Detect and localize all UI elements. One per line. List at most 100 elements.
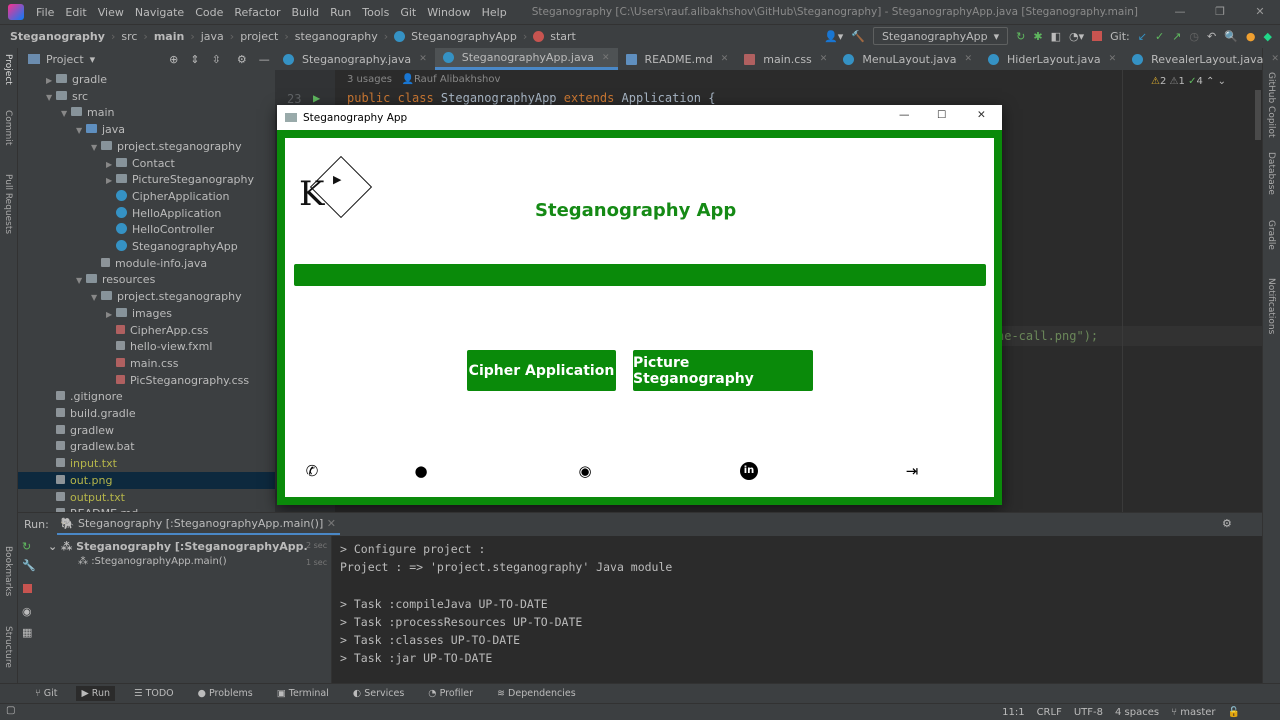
- app-minimize-icon[interactable]: —: [899, 109, 910, 121]
- breadcrumb-item[interactable]: Steganography: [10, 30, 105, 43]
- stop-icon[interactable]: [23, 584, 32, 593]
- tree-item[interactable]: ▶ Contact: [18, 155, 275, 172]
- user-icon[interactable]: 👤▾: [824, 30, 843, 43]
- picture-steganography-button[interactable]: Picture Steganography: [633, 350, 813, 391]
- profile-icon[interactable]: ◔▾: [1069, 30, 1084, 43]
- bookmarks-tool-button[interactable]: Bookmarks: [3, 546, 13, 596]
- tool-tab-profiler[interactable]: ◔ Profiler: [423, 686, 478, 701]
- eye-icon[interactable]: ◉: [22, 605, 34, 618]
- commit-tool-button[interactable]: Commit: [3, 110, 13, 145]
- close-tab-icon[interactable]: ✕: [1271, 54, 1279, 64]
- chevron-right-icon[interactable]: ▶: [106, 306, 116, 323]
- breadcrumb-item[interactable]: SteganographyApp: [411, 30, 517, 43]
- coverage-icon[interactable]: ◧: [1051, 30, 1061, 43]
- chevron-right-icon[interactable]: ▶: [46, 72, 56, 89]
- tree-item[interactable]: build.gradle: [18, 405, 275, 422]
- chevron-down-icon[interactable]: ▼: [76, 122, 86, 139]
- tree-item[interactable]: main.css: [18, 355, 275, 372]
- breadcrumb-item[interactable]: java: [201, 30, 224, 43]
- breadcrumb-item[interactable]: steganography: [295, 30, 378, 43]
- tool-tab-terminal[interactable]: ▣ Terminal: [272, 686, 334, 701]
- tab-hiderlayout-java[interactable]: HiderLayout.java ✕: [980, 48, 1124, 70]
- menu-git[interactable]: Git: [400, 6, 416, 19]
- structure-tool-button[interactable]: Structure: [3, 626, 13, 668]
- tree-item[interactable]: ▼ project.steganography: [18, 288, 275, 305]
- close-tab-icon[interactable]: ✕: [1109, 54, 1117, 64]
- tool-tab-todo[interactable]: ☰ TODO: [129, 686, 179, 701]
- menu-run[interactable]: Run: [330, 6, 351, 19]
- gradle-tool-button[interactable]: Gradle: [1266, 220, 1276, 250]
- run-console[interactable]: > Configure project : Project : => 'proje…: [332, 536, 1262, 683]
- tree-item[interactable]: gradlew.bat: [18, 438, 275, 455]
- tree-item[interactable]: ▶ gradle: [18, 71, 275, 88]
- tree-item[interactable]: README.md: [18, 505, 275, 512]
- breadcrumb-item[interactable]: start: [550, 30, 576, 43]
- tab-menulayout-java[interactable]: MenuLayout.java ✕: [835, 48, 980, 70]
- tree-item[interactable]: hello-view.fxml: [18, 338, 275, 355]
- menu-window[interactable]: Window: [427, 6, 470, 19]
- git-update-icon[interactable]: ↙: [1138, 30, 1147, 43]
- tab-readme-md[interactable]: README.md ✕: [618, 48, 737, 70]
- menu-edit[interactable]: Edit: [65, 6, 86, 19]
- chevron-right-icon[interactable]: ▶: [106, 172, 116, 189]
- caret-position[interactable]: 11:1: [1002, 707, 1024, 718]
- menu-view[interactable]: View: [98, 6, 124, 19]
- toggle-panel-icon[interactable]: ▢: [6, 705, 15, 716]
- debug-icon[interactable]: ✱: [1033, 30, 1042, 43]
- run-config-select[interactable]: SteganographyApp ▾: [872, 27, 1009, 45]
- tab-steganographyapp-java[interactable]: SteganographyApp.java ✕: [434, 48, 618, 70]
- tree-item[interactable]: output.txt: [18, 489, 275, 506]
- rerun-icon[interactable]: ↻: [1016, 30, 1025, 43]
- layout-icon[interactable]: ▦: [22, 626, 34, 639]
- copilot-tool-button[interactable]: GitHub Copilot: [1266, 72, 1276, 138]
- cipher-application-button[interactable]: Cipher Application: [467, 350, 616, 391]
- tree-item[interactable]: input.txt: [18, 455, 275, 472]
- history-icon[interactable]: ◷: [1189, 30, 1199, 43]
- tree-item[interactable]: module-info.java: [18, 255, 275, 272]
- breadcrumb-item[interactable]: main: [154, 30, 185, 43]
- tree-item[interactable]: ▼ project.steganography: [18, 138, 275, 155]
- restore-icon[interactable]: ❐: [1200, 0, 1240, 24]
- editor-scrollbar[interactable]: [1255, 90, 1261, 140]
- menu-file[interactable]: File: [36, 6, 54, 19]
- breadcrumb-item[interactable]: src: [121, 30, 137, 43]
- tool-tab-services[interactable]: ◐ Services: [348, 686, 409, 701]
- tree-item[interactable]: ▼ main: [18, 104, 275, 121]
- tab-main-css[interactable]: main.css ✕: [736, 48, 835, 70]
- project-tool-button[interactable]: Project: [3, 54, 13, 85]
- tree-item[interactable]: .gitignore: [18, 388, 275, 405]
- menu-code[interactable]: Code: [195, 6, 223, 19]
- linkedin-icon[interactable]: in: [740, 462, 758, 480]
- file-encoding[interactable]: UTF-8: [1074, 707, 1103, 718]
- close-tab-icon[interactable]: ✕: [602, 53, 610, 63]
- menu-navigate[interactable]: Navigate: [135, 6, 184, 19]
- tree-item[interactable]: CipherApp.css: [18, 322, 275, 339]
- menu-tools[interactable]: Tools: [362, 6, 389, 19]
- line-separator[interactable]: CRLF: [1037, 707, 1062, 718]
- tab-revealerlayout-java[interactable]: RevealerLayout.java ✕: [1124, 48, 1280, 70]
- tree-item[interactable]: ▼ src: [18, 88, 275, 105]
- tool-tab-run[interactable]: ▶ Run: [76, 686, 116, 701]
- close-tab-icon[interactable]: ✕: [419, 54, 427, 64]
- close-tab-icon[interactable]: ✕: [964, 54, 972, 64]
- chevron-right-icon[interactable]: ▶: [106, 156, 116, 173]
- update-icon[interactable]: ●: [1246, 30, 1256, 43]
- indent-setting[interactable]: 4 spaces: [1115, 707, 1159, 718]
- tree-item[interactable]: HelloApplication: [18, 205, 275, 222]
- settings-gear-icon[interactable]: ⚙: [237, 53, 247, 66]
- build-hammer-icon[interactable]: 🔨: [851, 30, 865, 43]
- menu-refactor[interactable]: Refactor: [234, 6, 280, 19]
- exit-icon[interactable]: ⇥: [903, 462, 921, 480]
- rerun-icon[interactable]: ↻: [22, 540, 34, 553]
- hide-panel-icon[interactable]: —: [259, 53, 270, 66]
- tree-item[interactable]: HelloController: [18, 221, 275, 238]
- close-icon[interactable]: ✕: [1240, 0, 1280, 24]
- minimize-icon[interactable]: —: [1160, 0, 1200, 24]
- app-maximize-icon[interactable]: ☐: [937, 109, 946, 121]
- rollback-icon[interactable]: ↶: [1207, 30, 1216, 43]
- breadcrumb-item[interactable]: project: [240, 30, 278, 43]
- run-settings-icon[interactable]: ⚙: [1222, 517, 1232, 530]
- chevron-down-icon[interactable]: ▼: [91, 289, 101, 306]
- github-icon[interactable]: ◉: [576, 462, 594, 480]
- project-view-select[interactable]: Project: [46, 53, 84, 66]
